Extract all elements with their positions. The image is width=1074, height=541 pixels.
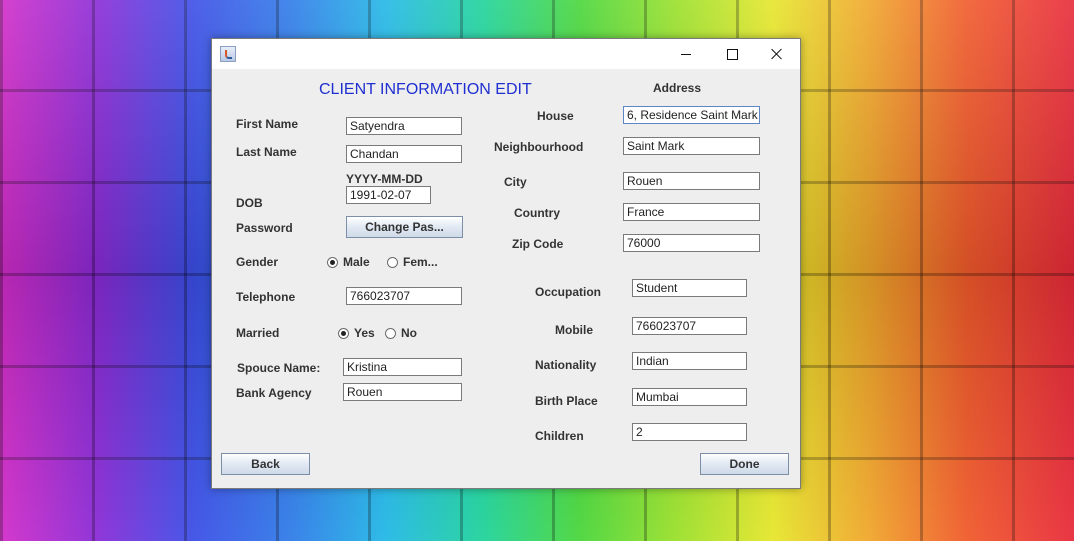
address-header: Address: [653, 81, 702, 95]
password-label: Password: [236, 221, 293, 235]
house-field[interactable]: 6, Residence Saint Mark: [623, 106, 760, 124]
gender-label: Gender: [236, 255, 279, 269]
radio-unselected-icon: [387, 256, 398, 268]
first-name-label: First Name: [236, 117, 299, 131]
gender-female-radio[interactable]: Fem...: [387, 255, 438, 269]
close-icon: [771, 48, 783, 60]
zip-code-label: Zip Code: [512, 237, 564, 251]
nationality-field[interactable]: Indian: [632, 352, 747, 370]
zip-code-field[interactable]: 76000: [623, 234, 760, 252]
dob-field[interactable]: 1991-02-07: [346, 186, 431, 204]
radio-selected-icon: [338, 327, 349, 339]
radio-selected-icon: [327, 256, 338, 268]
title-bar: [212, 39, 800, 69]
last-name-field[interactable]: Chandan: [346, 145, 462, 163]
nationality-label: Nationality: [535, 358, 597, 372]
married-no-radio[interactable]: No: [385, 326, 417, 340]
married-yes-label: Yes: [354, 326, 375, 340]
last-name-label: Last Name: [236, 145, 297, 159]
radio-unselected-icon: [385, 327, 396, 339]
spouse-name-field[interactable]: Kristina: [343, 358, 462, 376]
minimize-button[interactable]: [663, 39, 709, 69]
house-label: House: [537, 109, 574, 123]
back-button[interactable]: Back: [221, 453, 310, 475]
done-button[interactable]: Done: [700, 453, 789, 475]
mobile-label: Mobile: [555, 323, 593, 337]
first-name-field[interactable]: Satyendra: [346, 117, 462, 135]
close-button[interactable]: [754, 39, 800, 69]
married-no-label: No: [401, 326, 417, 340]
maximize-icon: [726, 48, 738, 60]
country-label: Country: [514, 206, 560, 220]
city-label: City: [504, 175, 527, 189]
mobile-field[interactable]: 766023707: [632, 317, 747, 335]
gender-male-label: Male: [343, 255, 370, 269]
dob-format-hint: YYYY-MM-DD: [346, 172, 423, 186]
spouse-name-label: Spouce Name:: [237, 361, 321, 375]
neighbourhood-label: Neighbourhood: [494, 140, 584, 154]
telephone-label: Telephone: [236, 290, 296, 304]
country-field[interactable]: France: [623, 203, 760, 221]
neighbourhood-field[interactable]: Saint Mark: [623, 137, 760, 155]
java-cup-icon: [220, 46, 236, 62]
minimize-icon: [681, 53, 691, 55]
city-field[interactable]: Rouen: [623, 172, 760, 190]
married-label: Married: [236, 326, 280, 340]
client-edit-window: CLIENT INFORMATION EDIT First Name Satye…: [211, 38, 801, 489]
form-title: CLIENT INFORMATION EDIT: [319, 81, 532, 98]
bank-agency-label: Bank Agency: [236, 386, 312, 400]
telephone-field[interactable]: 766023707: [346, 287, 462, 305]
change-password-button[interactable]: Change Pas...: [346, 216, 463, 238]
occupation-label: Occupation: [535, 285, 602, 299]
bank-agency-field[interactable]: Rouen: [343, 383, 462, 401]
married-yes-radio[interactable]: Yes: [338, 326, 375, 340]
children-label: Children: [535, 429, 584, 443]
birth-place-field[interactable]: Mumbai: [632, 388, 747, 406]
birth-place-label: Birth Place: [535, 394, 598, 408]
maximize-button[interactable]: [709, 39, 755, 69]
gender-male-radio[interactable]: Male: [327, 255, 370, 269]
children-field[interactable]: 2: [632, 423, 747, 441]
gender-female-label: Fem...: [403, 255, 438, 269]
dob-label: DOB: [236, 196, 263, 210]
occupation-field[interactable]: Student: [632, 279, 747, 297]
